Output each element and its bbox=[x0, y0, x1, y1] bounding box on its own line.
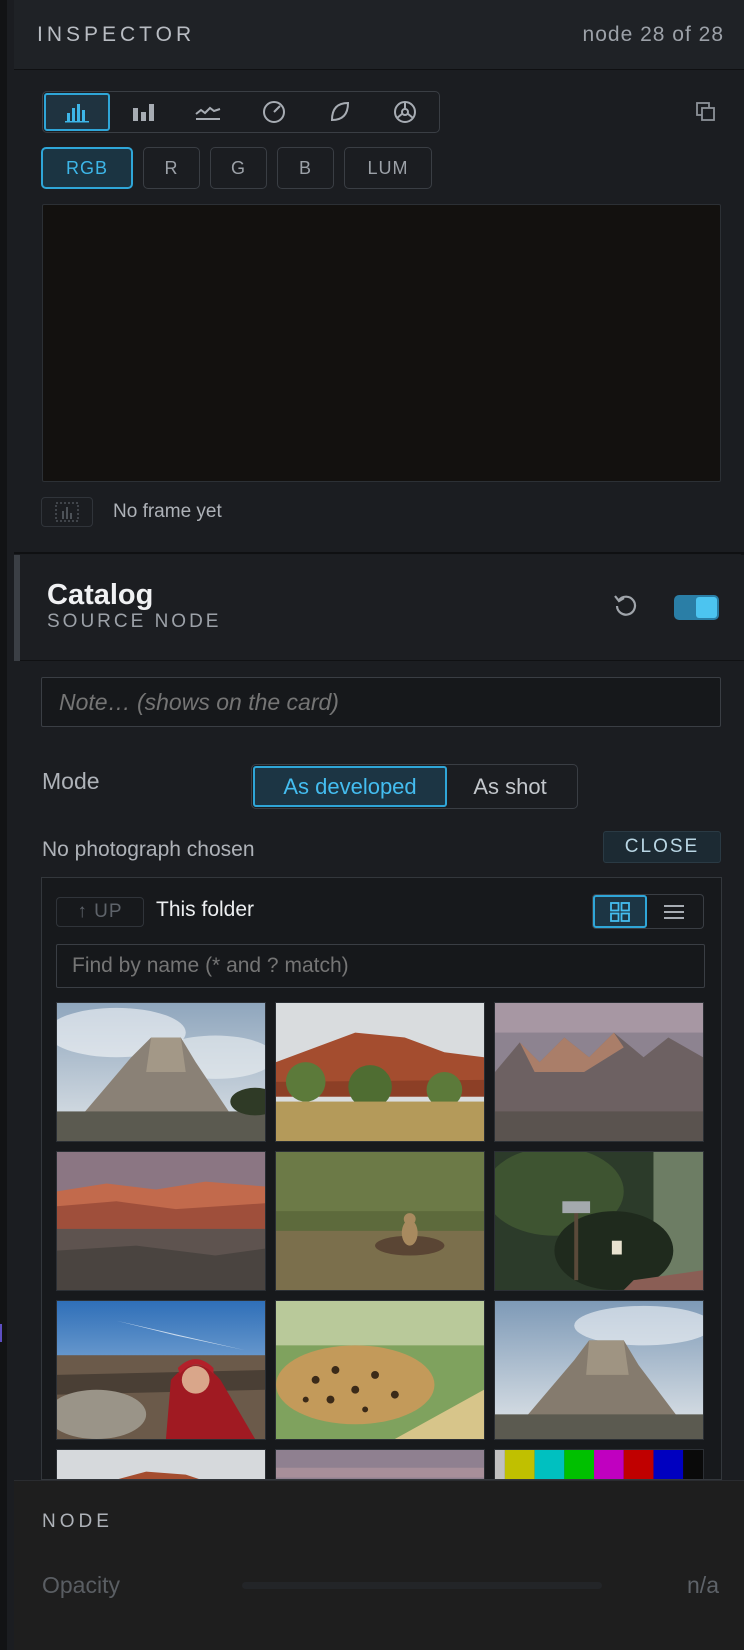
channel-r-button[interactable]: R bbox=[143, 147, 200, 189]
channel-selector: RGB R G B LUM bbox=[41, 147, 432, 189]
opacity-slider[interactable] bbox=[242, 1582, 602, 1589]
node-section: NODE Opacity n/a bbox=[14, 1480, 744, 1650]
edge-marker bbox=[0, 1324, 2, 1342]
catalog-subtitle: SOURCE NODE bbox=[47, 611, 222, 632]
parade-mode-button[interactable] bbox=[110, 93, 176, 131]
reset-button[interactable] bbox=[612, 591, 640, 619]
vectorscope-mode-button[interactable] bbox=[372, 93, 438, 131]
as-developed-option[interactable]: As developed bbox=[253, 766, 447, 807]
photo-status: No photograph chosen bbox=[42, 838, 255, 861]
up-folder-button[interactable]: ↑ UP bbox=[56, 897, 144, 927]
inspector-header: INSPECTOR node 28 of 28 bbox=[14, 0, 744, 70]
thumbnail-butte-under-clouds[interactable] bbox=[56, 1002, 266, 1142]
histogram-mode-button[interactable] bbox=[44, 93, 110, 131]
catalog-node-section: Catalog SOURCE NODE Mode As developed As… bbox=[14, 555, 744, 1480]
node-counter: node 28 of 28 bbox=[582, 22, 724, 46]
channel-g-button[interactable]: G bbox=[210, 147, 267, 189]
gauge-mode-button[interactable] bbox=[241, 93, 307, 131]
view-mode-group bbox=[592, 894, 704, 929]
bar-parade-icon bbox=[132, 104, 154, 121]
list-view-icon bbox=[664, 904, 684, 919]
as-shot-option[interactable]: As shot bbox=[447, 766, 573, 807]
catalog-title: Catalog bbox=[47, 579, 154, 611]
leaf-icon bbox=[330, 101, 349, 122]
thumbnail-badlands-dusk[interactable] bbox=[494, 1002, 704, 1142]
catalog-accent-bar bbox=[14, 555, 20, 661]
node-enable-toggle[interactable] bbox=[674, 595, 719, 620]
waveform-mode-button[interactable] bbox=[175, 93, 241, 131]
toggle-knob bbox=[696, 597, 717, 618]
search-input[interactable] bbox=[56, 944, 705, 988]
close-browser-button[interactable]: CLOSE bbox=[603, 831, 721, 863]
leaf-mode-button[interactable] bbox=[307, 93, 373, 131]
note-input[interactable] bbox=[41, 677, 721, 727]
catalog-header: Catalog SOURCE NODE bbox=[14, 555, 744, 661]
vectorscope-icon bbox=[394, 101, 417, 123]
thumbnail-mossy-forest[interactable] bbox=[494, 1151, 704, 1291]
list-view-button[interactable] bbox=[647, 895, 701, 928]
waveform-icon bbox=[195, 106, 221, 120]
no-frame-icon bbox=[41, 497, 93, 527]
thumbnail-butte-under-clouds[interactable] bbox=[494, 1300, 704, 1440]
thumbnail-red-rock-cliffs[interactable] bbox=[275, 1002, 485, 1142]
thumbnail-badlands-sunset[interactable] bbox=[56, 1151, 266, 1291]
scope-status: No frame yet bbox=[41, 497, 222, 527]
grid-view-icon bbox=[610, 901, 630, 922]
thumbnail-color-bars[interactable] bbox=[494, 1449, 704, 1479]
channel-lum-button[interactable]: LUM bbox=[344, 147, 432, 189]
thumbnail-red-rock-partial[interactable] bbox=[56, 1449, 266, 1479]
popout-button[interactable] bbox=[692, 98, 720, 126]
file-browser: ↑ UP This folder bbox=[41, 877, 722, 1480]
thumbnail-prairie-dog[interactable] bbox=[275, 1151, 485, 1291]
scope-status-text: No frame yet bbox=[113, 501, 222, 522]
gauge-icon bbox=[262, 101, 285, 123]
popout-icon bbox=[696, 102, 715, 121]
thumbnail-sleeping-cheetah[interactable] bbox=[275, 1300, 485, 1440]
opacity-label: Opacity bbox=[42, 1572, 120, 1598]
channel-b-button[interactable]: B bbox=[277, 147, 334, 189]
scope-display bbox=[42, 204, 721, 482]
scope-section: RGB R G B LUM No frame yet bbox=[14, 70, 744, 554]
thumbnail-selfie-canyon[interactable] bbox=[56, 1300, 266, 1440]
grid-view-button[interactable] bbox=[593, 895, 647, 928]
reset-icon bbox=[614, 595, 637, 616]
inspector-title: INSPECTOR bbox=[37, 22, 196, 46]
folder-label: This folder bbox=[156, 898, 255, 921]
histogram-icon bbox=[64, 104, 89, 123]
channel-rgb-button[interactable]: RGB bbox=[41, 147, 133, 189]
mode-label: Mode bbox=[42, 768, 100, 794]
scope-mode-group bbox=[42, 91, 440, 133]
opacity-value: n/a bbox=[687, 1572, 719, 1598]
inspector-panel: INSPECTOR node 28 of 28 RGB R G B LUM No… bbox=[0, 0, 744, 1650]
develop-mode-toggle: As developed As shot bbox=[251, 764, 578, 809]
thumbnail-pink-sky-partial[interactable] bbox=[275, 1449, 485, 1479]
node-section-title: NODE bbox=[42, 1511, 113, 1532]
thumbnail-grid bbox=[56, 1002, 706, 1479]
